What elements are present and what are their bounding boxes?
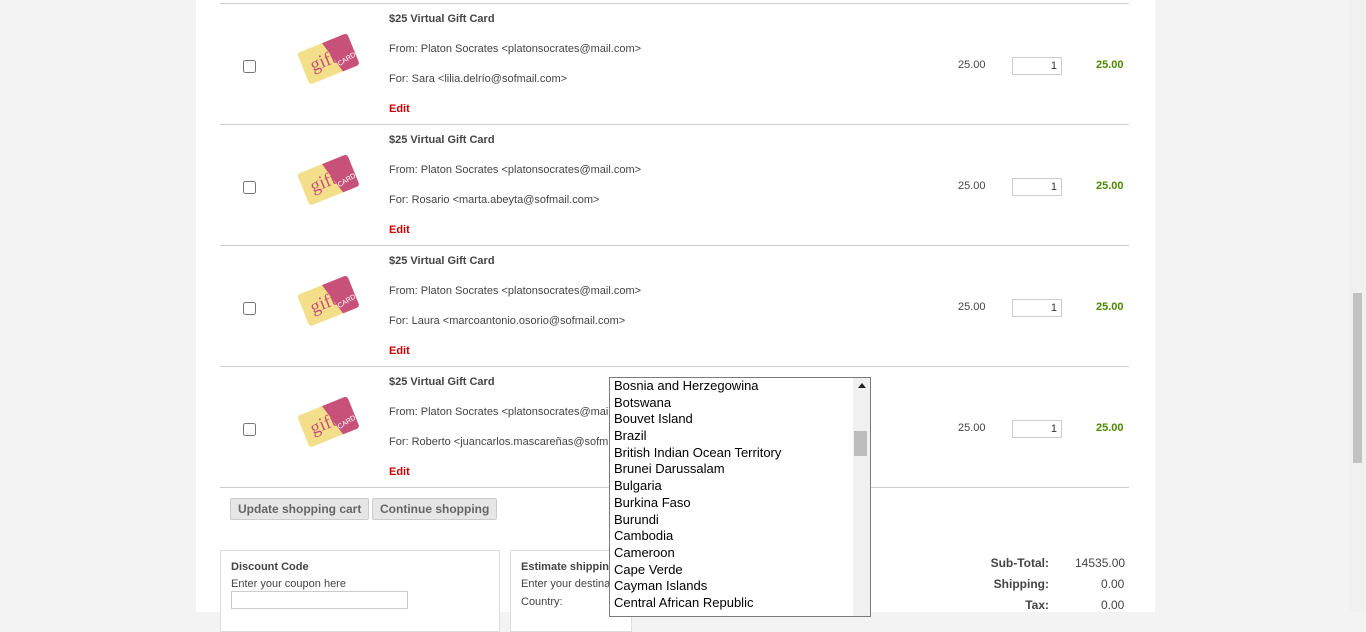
discount-code-box: Discount Code Enter your coupon here xyxy=(220,550,500,632)
gift-card-graphic: giftCARD xyxy=(297,275,359,326)
item-from: From: Platon Socrates <platonsocrates@ma… xyxy=(389,164,642,176)
country-option[interactable]: Cayman Islands xyxy=(610,578,855,595)
shipping-value: 0.00 xyxy=(1101,577,1125,591)
shipping-subtitle: Enter your destina xyxy=(521,578,611,590)
item-recipient: For: Rosario <marta.abeyta@sofmail.com> xyxy=(389,194,600,206)
item-recipient: For: Laura <marcoantonio.osorio@sofmail.… xyxy=(389,315,626,327)
gift-card-icon: gift CARD xyxy=(295,395,361,447)
item-from: From: Platon Socrates <platonsocrates@ma… xyxy=(389,285,642,297)
country-option[interactable]: Burundi xyxy=(610,512,855,529)
continue-shopping-button[interactable]: Continue shopping xyxy=(372,498,497,520)
subtotal-value: 14535.00 xyxy=(1075,556,1126,570)
line-total: 25.00 xyxy=(1096,59,1124,71)
subtotal-row: Sub-Total: 14535.00 xyxy=(976,556,1126,577)
remove-checkbox[interactable] xyxy=(243,302,256,315)
coupon-input[interactable] xyxy=(231,591,408,609)
country-option[interactable]: Botswana xyxy=(610,395,855,412)
cart-row: gift CARD $25 Virtual Gift Card From: Pla… xyxy=(220,3,1129,124)
country-option[interactable]: Brunei Darussalam xyxy=(610,461,855,478)
tax-value: 0.00 xyxy=(1101,598,1125,612)
dropdown-scroll-thumb[interactable] xyxy=(854,431,867,456)
item-from: From: Platon Socrates <platonsocrates@ma… xyxy=(389,406,609,418)
quantity-input[interactable] xyxy=(1012,57,1062,75)
country-option[interactable]: Burkina Faso xyxy=(610,495,855,512)
gift-card-graphic: giftCARD xyxy=(297,396,359,447)
gift-card-icon: gift CARD xyxy=(295,32,361,84)
dropdown-scrollbar[interactable] xyxy=(853,378,870,616)
remove-checkbox[interactable] xyxy=(243,60,256,73)
country-label: Country: xyxy=(521,596,563,608)
shipping-title: Estimate shippin xyxy=(521,561,610,573)
line-total: 25.00 xyxy=(1096,180,1124,192)
country-option[interactable]: Bulgaria xyxy=(610,478,855,495)
gift-card-icon: gift CARD xyxy=(295,274,361,326)
item-title: $25 Virtual Gift Card xyxy=(389,255,495,267)
shipping-row: Shipping: 0.00 xyxy=(976,577,1126,598)
edit-link[interactable]: Edit xyxy=(389,224,410,236)
country-option[interactable]: Cambodia xyxy=(610,528,855,545)
unit-price: 25.00 xyxy=(958,301,986,313)
discount-title: Discount Code xyxy=(231,561,309,573)
update-cart-button[interactable]: Update shopping cart xyxy=(230,498,369,520)
cart-row: gift CARD $25 Virtual Gift Card From: Pla… xyxy=(220,245,1129,366)
quantity-input[interactable] xyxy=(1012,420,1062,438)
tax-row: Tax: 0.00 xyxy=(976,598,1126,619)
remove-checkbox[interactable] xyxy=(243,423,256,436)
unit-price: 25.00 xyxy=(958,422,986,434)
cart-row: gift CARD $25 Virtual Gift Card From: Pla… xyxy=(220,124,1129,245)
line-total: 25.00 xyxy=(1096,422,1124,434)
shipping-label: Shipping: xyxy=(993,577,1049,591)
country-dropdown-list[interactable]: Bosnia and Herzegowina Botswana Bouvet Isl… xyxy=(609,377,871,617)
country-option[interactable]: British Indian Ocean Territory xyxy=(610,445,855,462)
line-total: 25.00 xyxy=(1096,301,1124,313)
remove-checkbox[interactable] xyxy=(243,181,256,194)
country-option[interactable]: Bouvet Island xyxy=(610,411,855,428)
item-from: From: Platon Socrates <platonsocrates@ma… xyxy=(389,43,642,55)
gift-card-graphic: giftCARD xyxy=(297,154,359,205)
country-option[interactable]: Central African Republic xyxy=(610,595,855,612)
item-title: $25 Virtual Gift Card xyxy=(389,376,495,388)
edit-link[interactable]: Edit xyxy=(389,103,410,115)
item-recipient: For: Roberto <juancarlos.mascareñas@sofm xyxy=(389,436,609,448)
country-option[interactable]: Bosnia and Herzegowina xyxy=(610,378,855,395)
item-recipient: For: Sara <lilia.delrío@sofmail.com> xyxy=(389,73,568,85)
item-title: $25 Virtual Gift Card xyxy=(389,134,495,146)
quantity-input[interactable] xyxy=(1012,178,1062,196)
page-scrollbar[interactable] xyxy=(1349,0,1366,612)
edit-link[interactable]: Edit xyxy=(389,345,410,357)
tax-label: Tax: xyxy=(1025,598,1049,612)
page-scroll-thumb[interactable] xyxy=(1353,293,1362,463)
unit-price: 25.00 xyxy=(958,59,986,71)
country-option[interactable]: Cape Verde xyxy=(610,562,855,579)
country-options: Bosnia and Herzegowina Botswana Bouvet Isl… xyxy=(610,378,855,612)
subtotal-label: Sub-Total: xyxy=(990,556,1049,570)
gift-card-graphic: giftCARD xyxy=(297,33,359,84)
unit-price: 25.00 xyxy=(958,180,986,192)
gift-card-icon: gift CARD xyxy=(295,153,361,205)
country-option[interactable]: Cameroon xyxy=(610,545,855,562)
scroll-up-arrow-icon[interactable] xyxy=(858,383,866,388)
quantity-input[interactable] xyxy=(1012,299,1062,317)
item-title: $25 Virtual Gift Card xyxy=(389,13,495,25)
country-option[interactable]: Brazil xyxy=(610,428,855,445)
discount-subtitle: Enter your coupon here xyxy=(231,578,346,590)
edit-link[interactable]: Edit xyxy=(389,466,410,478)
